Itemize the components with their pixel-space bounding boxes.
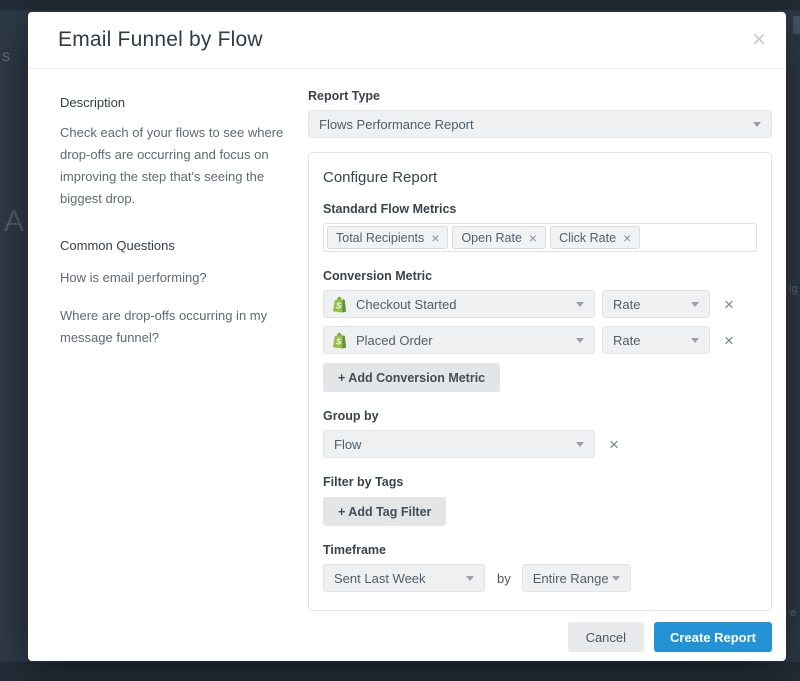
chevron-down-icon: [753, 122, 761, 127]
description-heading: Description: [60, 95, 298, 110]
description-text: Check each of your flows to see where dr…: [60, 122, 298, 210]
chevron-down-icon: [576, 302, 584, 307]
chevron-down-icon: [691, 302, 699, 307]
timeframe-interval-select[interactable]: Entire Range: [522, 564, 631, 592]
timeframe-range-select[interactable]: Sent Last Week: [323, 564, 485, 592]
conversion-metric-row: S Checkout Started Rate ×: [323, 290, 757, 318]
report-type-value: Flows Performance Report: [319, 117, 474, 132]
add-tag-filter-button[interactable]: + Add Tag Filter: [323, 497, 446, 526]
metric-tag-label: Total Recipients: [336, 231, 424, 245]
background-top-band: [0, 0, 800, 10]
background-text-fragment: A: [4, 205, 24, 239]
chevron-down-icon: [612, 576, 620, 581]
background-text-fragment: S: [2, 50, 10, 64]
remove-group-by-icon[interactable]: ×: [609, 436, 619, 453]
configure-report-heading: Configure Report: [323, 169, 757, 186]
metric-tag: Click Rate ×: [550, 226, 640, 249]
group-by-select[interactable]: Flow: [323, 430, 595, 458]
shopify-icon: S: [332, 296, 347, 313]
create-report-modal: Email Funnel by Flow × Description Check…: [28, 12, 786, 661]
modal-footer: Cancel Create Report: [28, 622, 786, 661]
background-ui-sliver: [793, 16, 800, 34]
common-question: How is email performing?: [60, 267, 298, 289]
common-question: Where are drop-offs occurring in my mess…: [60, 305, 298, 349]
conversion-metric-value: Placed Order: [356, 333, 433, 348]
metric-mode-select[interactable]: Rate: [602, 326, 710, 354]
group-by-row: Flow ×: [323, 430, 757, 458]
close-icon[interactable]: ×: [748, 26, 770, 54]
timeframe-range-value: Sent Last Week: [334, 571, 426, 586]
add-conversion-metric-button[interactable]: + Add Conversion Metric: [323, 363, 500, 392]
remove-row-icon[interactable]: ×: [724, 332, 734, 349]
chevron-down-icon: [466, 576, 474, 581]
standard-flow-metrics-label: Standard Flow Metrics: [323, 202, 757, 216]
tag-remove-icon[interactable]: ×: [623, 231, 631, 245]
tag-remove-icon[interactable]: ×: [431, 231, 439, 245]
shopify-icon: S: [332, 332, 347, 349]
svg-text:S: S: [336, 301, 342, 310]
remove-row-icon[interactable]: ×: [724, 296, 734, 313]
modal-body: Description Check each of your flows to …: [28, 69, 786, 622]
conversion-metric-row: S Placed Order Rate ×: [323, 326, 757, 354]
metric-tag-label: Click Rate: [559, 231, 616, 245]
background-text-fragment: ig: [789, 283, 798, 295]
background-text-fragment: e: [790, 607, 796, 619]
background-bottom-band: [0, 662, 800, 681]
modal-title: Email Funnel by Flow: [58, 28, 263, 52]
report-config-panel: Report Type Flows Performance Report Con…: [308, 89, 772, 622]
group-by-value: Flow: [334, 437, 361, 452]
chevron-down-icon: [576, 338, 584, 343]
conversion-metric-select[interactable]: S Checkout Started: [323, 290, 595, 318]
info-panel: Description Check each of your flows to …: [60, 89, 298, 622]
report-type-label: Report Type: [308, 89, 772, 103]
common-questions-heading: Common Questions: [60, 238, 298, 253]
dimmed-page-overlay: S A ig e Email Funnel by Flow × Descript…: [0, 0, 800, 681]
timeframe-by-label: by: [497, 571, 511, 586]
group-by-label: Group by: [323, 409, 757, 423]
cancel-button[interactable]: Cancel: [568, 622, 644, 652]
timeframe-interval-value: Entire Range: [533, 571, 609, 586]
timeframe-label: Timeframe: [323, 543, 757, 557]
metric-tag-label: Open Rate: [461, 231, 521, 245]
standard-metrics-tag-input[interactable]: Total Recipients × Open Rate × Click Rat…: [323, 223, 757, 252]
tag-remove-icon[interactable]: ×: [529, 231, 537, 245]
metric-tag: Open Rate ×: [452, 226, 546, 249]
timeframe-row: Sent Last Week by Entire Range: [323, 564, 757, 592]
configure-report-box: Configure Report Standard Flow Metrics T…: [308, 152, 772, 611]
chevron-down-icon: [576, 442, 584, 447]
conversion-metric-label: Conversion Metric: [323, 269, 757, 283]
create-report-button[interactable]: Create Report: [654, 622, 772, 652]
svg-text:S: S: [336, 337, 342, 346]
filter-by-tags-label: Filter by Tags: [323, 475, 757, 489]
metric-mode-value: Rate: [613, 297, 640, 312]
metric-mode-select[interactable]: Rate: [602, 290, 710, 318]
metric-mode-value: Rate: [613, 333, 640, 348]
metric-tag: Total Recipients ×: [327, 226, 448, 249]
conversion-metric-select[interactable]: S Placed Order: [323, 326, 595, 354]
modal-header: Email Funnel by Flow ×: [28, 12, 786, 69]
report-type-select[interactable]: Flows Performance Report: [308, 110, 772, 138]
conversion-metric-value: Checkout Started: [356, 297, 456, 312]
chevron-down-icon: [691, 338, 699, 343]
